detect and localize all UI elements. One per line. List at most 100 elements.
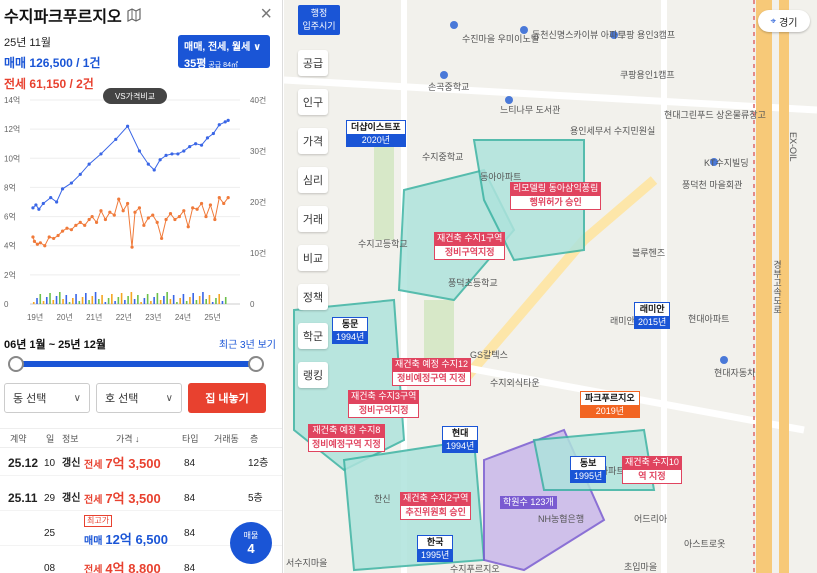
data-point xyxy=(208,203,213,207)
volume-bar xyxy=(75,294,77,304)
price-chart: 14억 12억 10억 8억 6억 4억 2억 0 40건 30건 20건 10건 0 19년 20년 21년… xyxy=(4,88,266,322)
map-tool-6[interactable]: 정책 xyxy=(298,284,328,310)
y-left-tick-label: 12억 xyxy=(4,124,20,134)
row-day: 25 xyxy=(44,528,56,539)
apartment-marker[interactable]: 동보 1995년 xyxy=(570,456,607,483)
close-icon[interactable]: × xyxy=(260,4,272,24)
y-left-tick-label: 10억 xyxy=(4,153,20,163)
y-left-tick-label: 6억 xyxy=(4,212,16,222)
redevelopment-marker[interactable]: 리모델링 동아삼익풍림 행위허가 승인 xyxy=(510,182,602,210)
col-price[interactable]: 가격 ↓ xyxy=(116,429,140,449)
map-label: 쿠팡용인1캠프 xyxy=(620,70,675,80)
row-kind: 전세 xyxy=(84,495,103,506)
trade-summary: 25년 11월 매매 126,500 / 1건 전세 61,150 / 2건 xyxy=(4,34,180,92)
col-type[interactable]: 타입 xyxy=(182,429,199,449)
volume-bar xyxy=(36,298,38,304)
apartment-marker[interactable]: 래미안 2015년 xyxy=(634,302,671,329)
redevelopment-marker[interactable]: 재건축 수지2구역 추진위원회 승인 xyxy=(400,492,472,520)
table-row[interactable]: 25.11 29 갱신 전세 7억 3,500 84 5층 xyxy=(0,486,282,511)
map-tool-1[interactable]: 인구 xyxy=(298,89,328,115)
map-label: 손곡중학교 xyxy=(428,82,470,92)
data-point xyxy=(112,213,116,217)
y-right-tick-label: 20건 xyxy=(250,197,266,207)
redevelopment-marker[interactable]: 재건축 수지3구역 정비구역지정 xyxy=(348,390,420,418)
col-building[interactable]: 거래동 xyxy=(214,429,239,449)
redevelopment-marker[interactable]: 재건축 수지10 역 지정 xyxy=(622,456,682,484)
table-row[interactable]: 25.12 10 갱신 전세 7억 3,500 84 12층 xyxy=(0,451,282,476)
volume-bar xyxy=(104,302,107,304)
map-label: KT수지빌딩 xyxy=(704,158,749,168)
map-tool-5[interactable]: 비교 xyxy=(298,245,328,271)
data-point xyxy=(78,172,82,176)
data-point xyxy=(83,223,87,227)
dong-select-label: 동 선택 xyxy=(13,393,47,405)
volume-bar xyxy=(163,296,165,304)
volume-bar xyxy=(124,300,126,304)
volume-bar xyxy=(189,297,191,304)
data-point xyxy=(217,123,221,127)
apartment-name: 더샵이스트포 xyxy=(346,120,406,134)
volume-bar xyxy=(58,292,61,304)
vs-compare-label: VS가격비교 xyxy=(115,91,155,101)
listings-fab[interactable]: 매물 4 xyxy=(230,522,272,564)
redevelopment-marker[interactable]: 재건축 예정 수지12 정비예정구역 지정 xyxy=(392,358,471,386)
row-amount: 7억 3,500 xyxy=(105,456,161,471)
row-month: 25.12 xyxy=(8,456,39,470)
col-contract[interactable]: 계약 xyxy=(10,429,27,449)
data-point xyxy=(205,136,210,140)
row-floor: 12층 xyxy=(248,458,269,469)
apartment-marker[interactable]: 현대 1994년 xyxy=(442,426,479,453)
trade-filter-button[interactable]: 매매, 전세, 월세 ∨ 35평 공급 84㎡ xyxy=(178,35,270,70)
data-point xyxy=(164,153,168,157)
map-label: 서수지마을 xyxy=(286,558,328,568)
map-label: 현대그린푸드 상온물류창고 xyxy=(664,110,766,120)
y-right-tick-label: 30건 xyxy=(250,146,266,156)
data-point xyxy=(199,201,204,206)
volume-bar xyxy=(98,299,100,304)
col-info[interactable]: 정보 xyxy=(62,429,79,449)
col-floor[interactable]: 층 xyxy=(250,429,258,449)
apartment-marker[interactable]: 더샵이스트포 2020년 xyxy=(346,120,406,147)
region-button[interactable]: ⌖ 경기 xyxy=(758,10,810,32)
map-tool-8[interactable]: 랭킹 xyxy=(298,362,328,388)
col-day[interactable]: 일 xyxy=(46,429,54,449)
map-tool-2[interactable]: 가격 xyxy=(298,128,328,154)
data-point xyxy=(137,206,142,210)
redevelopment-marker[interactable]: 재건축 예정 수지8 정비예정구역 지정 xyxy=(308,424,385,452)
dong-select[interactable]: 동 선택 ∨ xyxy=(4,383,90,413)
map-tool-7[interactable]: 학군 xyxy=(298,323,328,349)
map-label: EX-OIL xyxy=(788,132,798,162)
volume-bar xyxy=(215,298,217,304)
apartment-marker[interactable]: 파크푸르지오 2019년 xyxy=(580,391,640,418)
map-tool-0[interactable]: 공급 xyxy=(298,50,328,76)
data-point xyxy=(168,212,173,216)
row-type: 84 xyxy=(184,493,196,504)
map-label: NH농협은행 xyxy=(538,514,585,524)
apartment-year: 2019년 xyxy=(580,405,640,418)
map-icon[interactable] xyxy=(127,8,141,22)
admin-move-in-badge[interactable]: 행정 입주시기 xyxy=(298,5,340,35)
map-view[interactable]: 행정 입주시기 ⌖ 경기 공급 인구 가격 심리 거래 비교 정책 학군 랭킹 수진마을 우미이… xyxy=(284,0,817,573)
volume-bar xyxy=(172,295,175,304)
chevron-down-icon: ∨ xyxy=(73,392,81,404)
data-point xyxy=(130,245,134,249)
redevelopment-marker[interactable]: 재건축 수지1구역 정비구역지정 xyxy=(434,232,506,260)
apartment-marker[interactable]: 동문 1994년 xyxy=(332,317,369,344)
data-point xyxy=(78,220,82,224)
apartment-marker[interactable]: 한국 1995년 xyxy=(417,535,454,562)
list-home-button[interactable]: 집 내놓기 xyxy=(188,383,266,413)
map-tool-4[interactable]: 거래 xyxy=(298,206,328,232)
slider-start-handle[interactable] xyxy=(8,356,24,372)
map-tool-3[interactable]: 심리 xyxy=(298,167,328,193)
ho-select[interactable]: 호 선택 ∨ xyxy=(96,383,182,413)
recent-3y-link[interactable]: 최근 3년 보기 xyxy=(219,336,276,352)
data-point xyxy=(176,152,180,156)
volume-bar xyxy=(88,300,90,304)
map-label: 현대아파트 xyxy=(688,314,730,324)
summary-date: 25년 11월 xyxy=(4,37,51,49)
data-point xyxy=(87,162,91,166)
period-slider[interactable] xyxy=(8,356,264,372)
slider-end-handle[interactable] xyxy=(248,356,264,372)
redevelopment-marker[interactable]: 학원수 123개 xyxy=(500,496,557,509)
x-tick-label: 22년 xyxy=(116,312,132,322)
